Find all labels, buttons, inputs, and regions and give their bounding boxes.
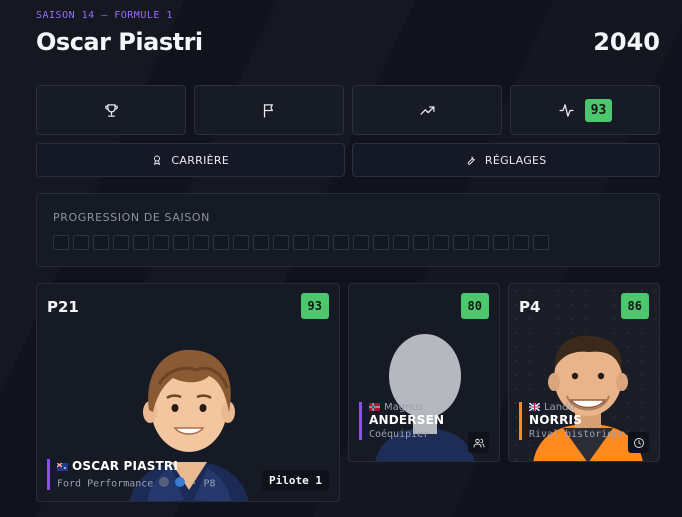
rival-rating-badge: 86 [620,293,649,319]
clock-icon [633,437,644,448]
rival-portrait [533,335,643,461]
teammate-card[interactable]: 80 Magnus ANDERSEN Coéquipier [348,283,500,462]
users-icon [473,438,484,447]
teammate-last-name: ANDERSEN [369,413,445,427]
driver-position: P21 [47,298,79,316]
trophy-icon [104,103,118,117]
norway-flag-icon [369,403,380,411]
uk-flag-icon [529,403,540,411]
driver-team: Ford Performance [57,478,154,490]
teammate-rating-badge: 80 [460,293,489,319]
rival-last-name: NORRIS [529,413,583,427]
rival-role: Rival historique [529,429,626,440]
race-progress-cell [413,235,429,250]
teammate-role: Coéquipier [369,429,430,440]
race-progress-cell [353,235,369,250]
award-icon [154,155,161,165]
race-progress-cell [273,235,289,250]
season-progress-label: PROGRESSION DE SAISON [53,211,210,224]
race-progress-cell [173,235,189,250]
race-progress-cell [333,235,349,250]
teammate-users-button[interactable] [468,432,489,453]
rival-first-name: Lando [544,402,575,413]
trending-up-icon [419,105,435,115]
race-progress-cell [93,235,109,250]
race-progress-cell [513,235,529,250]
activity-icon [559,103,574,117]
action-row: CARRIÈRE RÉGLAGES [36,143,660,177]
race-progress-cell [53,235,69,250]
race-progress-cell [473,235,489,250]
career-label: CARRIÈRE [171,153,230,167]
driver-name: OSCAR PIASTRI [72,459,179,473]
settings-label: RÉGLAGES [484,153,547,167]
wrench-icon [467,156,475,165]
team-rank: · P8 [191,478,216,490]
driver-name-block: OSCAR PIASTRI Ford Performance · P8 [47,459,216,490]
page-title: Oscar Piastri [36,28,203,56]
career-button[interactable]: CARRIÈRE [36,143,345,177]
settings-button[interactable]: RÉGLAGES [351,143,660,177]
teammate-first-name: Magnus [384,402,423,413]
rating-button[interactable]: 93 [510,85,660,135]
rival-name-block: Lando NORRIS Rival historique [519,402,625,440]
season-progress-panel: PROGRESSION DE SAISON [36,193,660,267]
rival-history-button[interactable] [628,432,649,453]
race-progress-cell [453,235,469,250]
driver-card-main[interactable]: P21 93 OSCAR PIASTRI Ford Performance · … [36,283,340,502]
race-progress-cell [113,235,129,250]
race-progress-cell [493,235,509,250]
flag-button[interactable] [194,85,344,135]
season-progress-track [53,235,549,250]
driver-rating-badge: 93 [300,293,329,319]
race-progress-cell [313,235,329,250]
teammate-name-block: Magnus ANDERSEN Coéquipier [359,402,444,440]
flag-icon [263,103,273,118]
race-progress-cell [393,235,409,250]
season-kicker: SAISON 14 — FORMULE 1 [36,10,173,21]
race-progress-cell [253,235,269,250]
race-progress-cell [73,235,89,250]
overall-rating-badge: 93 [584,98,613,122]
teammate-portrait-placeholder [375,334,475,461]
race-progress-cell [153,235,169,250]
trending-button[interactable] [352,85,502,135]
trophy-button[interactable] [36,85,186,135]
australia-flag-icon [57,462,68,471]
race-progress-cell [373,235,389,250]
race-progress-cell [533,235,549,250]
icon-toolbar: 93 [36,85,660,135]
race-progress-cell [133,235,149,250]
role-tag: Pilote 1 [262,470,329,491]
rival-position: P4 [519,298,541,316]
team-logo-dots [159,477,186,490]
race-progress-cell [193,235,209,250]
season-year: 2040 [593,28,660,56]
rival-card[interactable]: P4 86 Lando NORRIS Rival historique [508,283,660,462]
race-progress-cell [433,235,449,250]
race-progress-cell [293,235,309,250]
race-progress-cell [233,235,249,250]
race-progress-cell [213,235,229,250]
